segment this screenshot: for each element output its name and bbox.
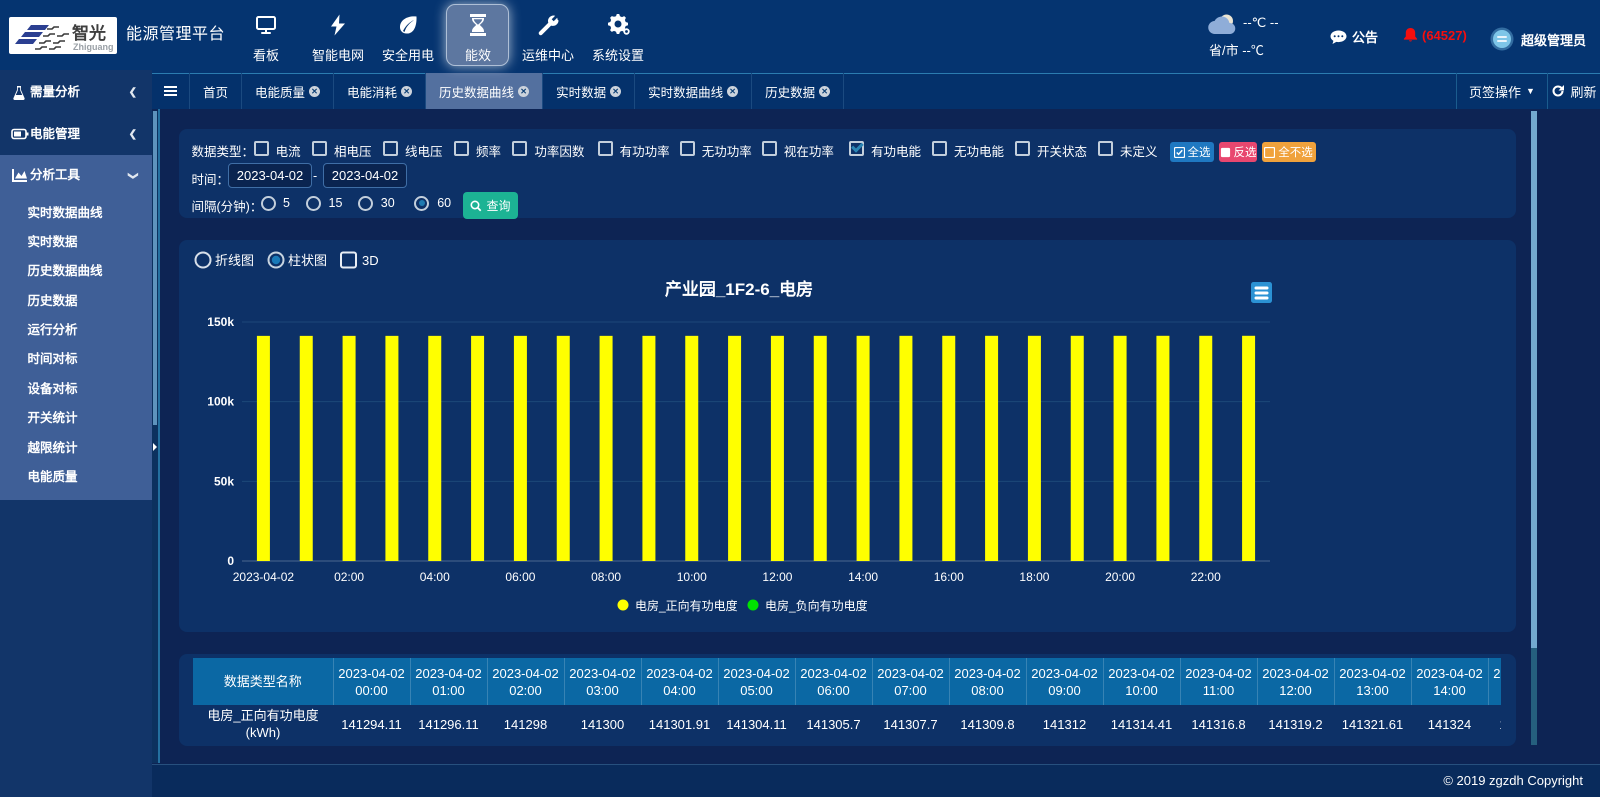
svg-text:3D: 3D [362,253,379,268]
svg-text:18:00: 18:00 [1019,570,1049,584]
svg-text:14:00: 14:00 [848,570,878,584]
svg-text:12:00: 12:00 [762,570,792,584]
svg-text:08:00: 08:00 [591,570,621,584]
svg-text:柱状图: 柱状图 [288,253,327,268]
svg-text:电房_正向有功电度: 电房_正向有功电度 [635,598,738,613]
svg-text:150k: 150k [207,315,234,329]
svg-text:16:00: 16:00 [934,570,964,584]
svg-text:2023-04-02: 2023-04-02 [233,570,295,584]
svg-text:06:00: 06:00 [505,570,535,584]
svg-text:智光: 智光 [72,23,106,43]
svg-text:Zhiguang: Zhiguang [73,42,114,52]
svg-text:02:00: 02:00 [334,570,364,584]
svg-text:100k: 100k [207,395,234,409]
svg-text:04:00: 04:00 [420,570,450,584]
svg-text:20:00: 20:00 [1105,570,1135,584]
svg-text:折线图: 折线图 [215,253,254,268]
svg-text:产业园_1F2-6_电房: 产业园_1F2-6_电房 [665,279,813,299]
svg-text:0: 0 [227,554,234,568]
svg-text:22:00: 22:00 [1191,570,1221,584]
svg-text:电房_负向有功电度: 电房_负向有功电度 [765,598,868,613]
svg-text:50k: 50k [214,474,234,488]
svg-text:10:00: 10:00 [677,570,707,584]
